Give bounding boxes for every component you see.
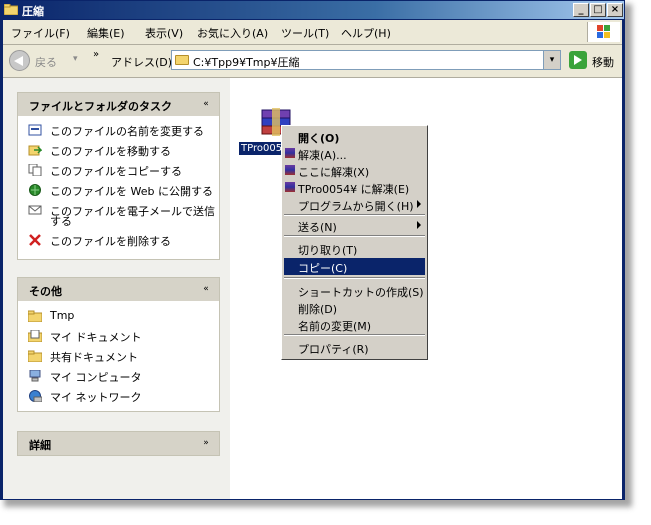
maximize-button[interactable]: □ (590, 3, 606, 17)
minimize-button[interactable]: _ (573, 3, 589, 17)
task-label: このファイルを電子メールで送信 (50, 205, 215, 218)
close-button[interactable]: × (607, 3, 623, 17)
ctx-send-to[interactable]: 送る(N) (284, 217, 425, 234)
task-label-cont: する (50, 215, 72, 228)
back-arrow-icon (9, 50, 30, 71)
panel-header[interactable]: その他 « (18, 278, 219, 301)
menu-tools[interactable]: ツール(T) (281, 25, 329, 41)
web-publish-icon (28, 184, 42, 196)
other-places-panel: その他 « Tmp マイ ドキュメント 共有ドキュメント マイ コンピュータ マ… (17, 277, 220, 412)
title-bar[interactable]: 圧縮 _ □ × (1, 1, 624, 19)
ctx-label: 削除(D) (298, 303, 338, 316)
place-label: マイ ネットワーク (50, 391, 142, 404)
ctx-open[interactable]: 開く(O) (284, 128, 425, 145)
ctx-label: TPro0054¥ に解凍(E) (298, 183, 410, 196)
ctx-properties[interactable]: プロパティ(R) (284, 339, 425, 356)
address-input[interactable]: C:¥Tpp9¥Tmp¥圧縮 ▾ (171, 50, 561, 70)
panel-title: その他 (29, 285, 62, 298)
folder-icon (3, 3, 19, 16)
go-button[interactable]: 移動 (569, 51, 619, 71)
copy-icon (28, 163, 42, 177)
ctx-extract-to-folder[interactable]: TPro0054¥ に解凍(E) (284, 179, 425, 196)
go-arrow-icon (569, 51, 587, 69)
folder-icon (27, 310, 43, 323)
task-label: このファイルを Web に公開する (50, 185, 213, 198)
ctx-label: プロパティ(R) (298, 343, 369, 356)
task-label: このファイルをコピーする (50, 165, 182, 178)
ctx-label: 切り取り(T) (298, 244, 358, 257)
menu-separator (284, 334, 425, 336)
collapse-icon[interactable]: « (199, 97, 213, 111)
window-title: 圧縮 (22, 5, 44, 18)
ctx-extract-here[interactable]: ここに解凍(X) (284, 162, 425, 179)
folder-icon (175, 55, 189, 65)
place-label: 共有ドキュメント (50, 351, 138, 364)
place-label: マイ コンピュータ (50, 371, 142, 384)
back-dropdown-icon[interactable]: ▾ (73, 54, 78, 64)
ctx-label: 名前の変更(M) (298, 320, 372, 333)
task-pane: ファイルとフォルダのタスク « このファイルの名前を変更する このファイルを移動… (3, 78, 230, 499)
place-label: Tmp (50, 309, 75, 322)
shared-folder-icon (27, 350, 43, 363)
place-label: マイ ドキュメント (50, 331, 142, 344)
ctx-create-shortcut[interactable]: ショートカットの作成(S) (284, 282, 425, 299)
address-dropdown-button[interactable]: ▾ (543, 51, 560, 69)
ctx-label: プログラムから開く(H) (298, 200, 414, 213)
email-icon (28, 204, 42, 216)
submenu-arrow-icon (417, 200, 421, 208)
task-label: このファイルを移動する (50, 145, 171, 158)
menu-bar: ファイル(F) 編集(E) 表示(V) お気に入り(A) ツール(T) ヘルプ(… (3, 20, 622, 45)
ctx-delete[interactable]: 削除(D) (284, 299, 425, 316)
ctx-label: ショートカットの作成(S) (298, 286, 424, 299)
details-panel: 詳細 » (17, 431, 220, 456)
rar-icon (285, 182, 295, 192)
my-network-icon (28, 390, 43, 403)
toolbar: 戻る ▾ » アドレス(D) C:¥Tpp9¥Tmp¥圧縮 ▾ 移動 (3, 45, 622, 78)
move-icon (28, 144, 43, 156)
file-name[interactable]: TPro005 (239, 142, 285, 155)
my-computer-icon (28, 369, 42, 382)
menu-edit[interactable]: 編集(E) (87, 25, 125, 41)
ctx-label: ここに解凍(X) (298, 166, 370, 179)
file-folder-tasks-panel: ファイルとフォルダのタスク « このファイルの名前を変更する このファイルを移動… (17, 92, 220, 260)
windows-logo-icon (587, 22, 620, 42)
collapse-icon[interactable]: « (199, 282, 213, 296)
address-label: アドレス(D) (111, 56, 173, 69)
toolbar-more-button[interactable]: » (93, 49, 99, 60)
expand-icon[interactable]: » (199, 436, 213, 450)
menu-separator (284, 214, 425, 216)
menu-file[interactable]: ファイル(F) (11, 25, 70, 41)
task-label: このファイルを削除する (50, 235, 171, 248)
menu-separator (284, 235, 425, 237)
menu-help[interactable]: ヘルプ(H) (341, 25, 391, 41)
ctx-label: 送る(N) (298, 221, 337, 234)
ctx-copy[interactable]: コピー(C) (284, 258, 425, 275)
my-documents-icon (27, 329, 43, 343)
back-button[interactable]: 戻る ▾ (9, 49, 89, 73)
rar-icon (285, 148, 295, 158)
rar-icon (285, 165, 295, 175)
delete-icon (28, 234, 42, 246)
context-menu: 開く(O) 解凍(A)... ここに解凍(X) TPro0054¥ に解凍(E)… (281, 125, 428, 360)
ctx-label: コピー(C) (298, 262, 348, 275)
address-value: C:¥Tpp9¥Tmp¥圧縮 (193, 56, 300, 69)
panel-title: ファイルとフォルダのタスク (29, 100, 172, 113)
submenu-arrow-icon (417, 221, 421, 229)
ctx-extract[interactable]: 解凍(A)... (284, 145, 425, 162)
task-label: このファイルの名前を変更する (50, 125, 204, 138)
go-label: 移動 (592, 56, 614, 69)
rename-icon (28, 124, 42, 136)
panel-header[interactable]: 詳細 » (18, 432, 219, 455)
ctx-rename[interactable]: 名前の変更(M) (284, 316, 425, 333)
menu-view[interactable]: 表示(V) (145, 25, 183, 41)
panel-title: 詳細 (29, 439, 51, 452)
menu-separator (284, 277, 425, 279)
ctx-label: 解凍(A)... (298, 149, 347, 162)
back-label: 戻る (35, 56, 57, 69)
panel-header[interactable]: ファイルとフォルダのタスク « (18, 93, 219, 116)
ctx-cut[interactable]: 切り取り(T) (284, 240, 425, 257)
ctx-label: 開く(O) (298, 132, 340, 145)
ctx-open-with[interactable]: プログラムから開く(H) (284, 196, 425, 213)
menu-favorites[interactable]: お気に入り(A) (197, 25, 268, 41)
